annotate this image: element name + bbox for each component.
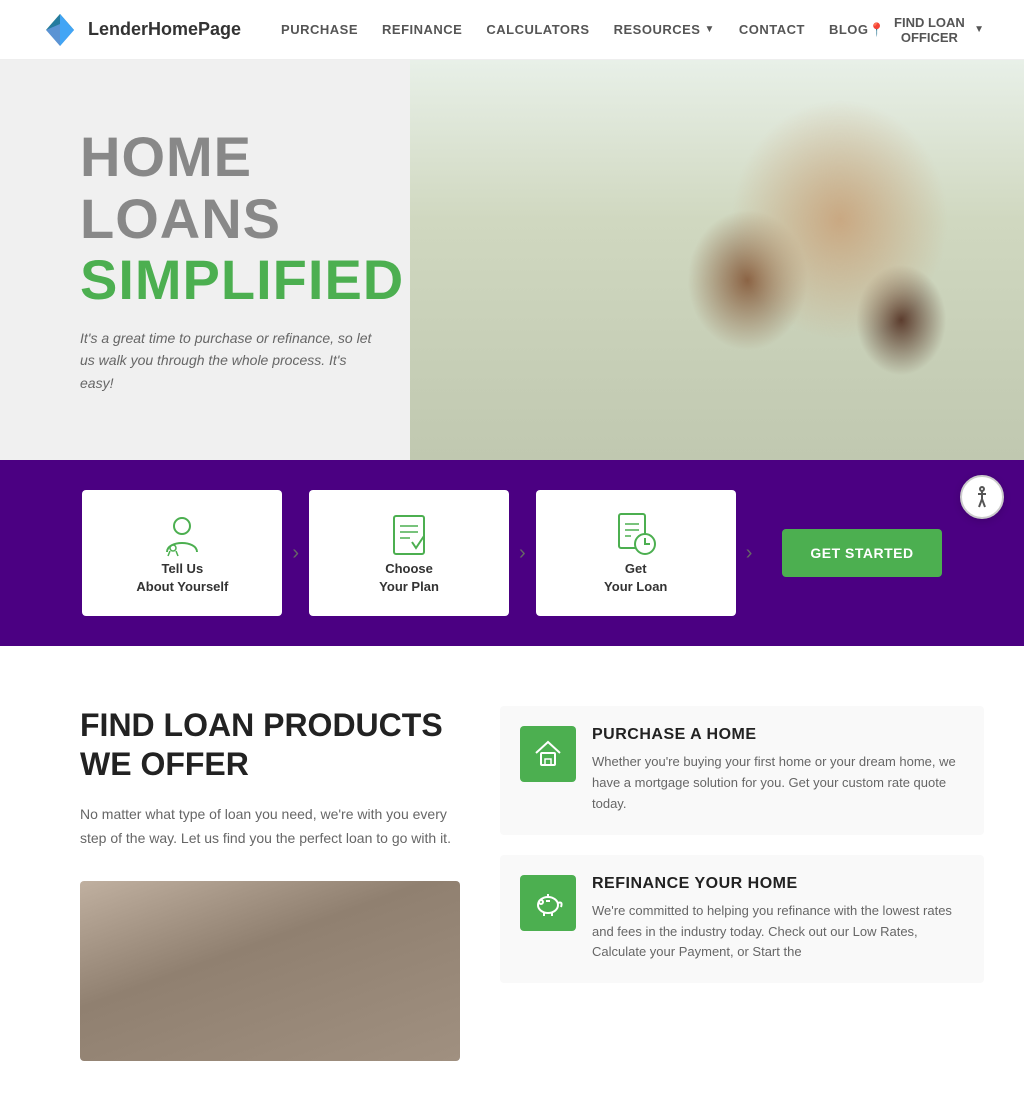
home-icon bbox=[533, 739, 563, 769]
refinance-title: REFINANCE YOUR HOME bbox=[592, 875, 964, 893]
nav-blog[interactable]: BLOG bbox=[829, 22, 869, 37]
loan-left: FIND LOAN PRODUCTSWE OFFER No matter wha… bbox=[80, 706, 460, 1060]
header: LenderHomePage PURCHASE REFINANCE CALCUL… bbox=[0, 0, 1024, 60]
hero-image bbox=[410, 60, 1024, 460]
refinance-description: We're committed to helping you refinance… bbox=[592, 901, 964, 963]
loan-products-description: No matter what type of loan you need, we… bbox=[80, 803, 460, 851]
step-card-2: ChooseYour Plan bbox=[309, 490, 509, 616]
refinance-icon-box bbox=[520, 875, 576, 931]
hero-section: HOME LOANS SIMPLIFIED It's a great time … bbox=[0, 60, 1024, 460]
document-check-icon bbox=[384, 510, 434, 560]
purchase-icon-box bbox=[520, 726, 576, 782]
piggy-bank-icon bbox=[533, 888, 563, 918]
step-card-3: GetYour Loan bbox=[536, 490, 736, 616]
person-icon bbox=[157, 510, 207, 560]
refinance-product-info: REFINANCE YOUR HOME We're committed to h… bbox=[592, 875, 964, 963]
chevron-down-icon: ▼ bbox=[974, 24, 984, 35]
accessibility-icon bbox=[970, 485, 994, 509]
find-loan-officer-button[interactable]: 📍 FIND LOAN OFFICER ▼ bbox=[869, 15, 984, 45]
nav-refinance[interactable]: REFINANCE bbox=[382, 22, 462, 37]
nav-contact[interactable]: CONTACT bbox=[739, 22, 805, 37]
hero-subtitle: It's a great time to purchase or refinan… bbox=[80, 327, 380, 394]
step-1-label: Tell UsAbout Yourself bbox=[136, 560, 228, 596]
location-pin-icon: 📍 bbox=[869, 22, 885, 38]
document-clock-icon bbox=[611, 510, 661, 560]
get-started-button[interactable]: GET STARTED bbox=[782, 529, 941, 577]
steps-banner: Tell UsAbout Yourself › ChooseYour Plan … bbox=[0, 460, 1024, 646]
accessibility-button[interactable] bbox=[960, 475, 1004, 519]
step-arrow-1: › bbox=[292, 542, 299, 565]
nav-calculators[interactable]: CALCULATORS bbox=[486, 22, 589, 37]
logo[interactable]: LenderHomePage bbox=[40, 10, 241, 50]
product-card-purchase: PURCHASE A HOME Whether you're buying yo… bbox=[500, 706, 984, 834]
nav-purchase[interactable]: PURCHASE bbox=[281, 22, 358, 37]
hero-title-accent: SIMPLIFIED bbox=[80, 249, 404, 311]
chevron-down-icon: ▼ bbox=[704, 24, 714, 35]
main-nav: PURCHASE REFINANCE CALCULATORS RESOURCES… bbox=[281, 22, 868, 37]
step-3-label: GetYour Loan bbox=[604, 560, 667, 596]
hero-title-line1: HOME bbox=[80, 126, 404, 188]
product-card-refinance: REFINANCE YOUR HOME We're committed to h… bbox=[500, 855, 984, 983]
purchase-title: PURCHASE A HOME bbox=[592, 726, 964, 744]
hero-content: HOME LOANS SIMPLIFIED It's a great time … bbox=[0, 66, 444, 454]
step-arrow-3: › bbox=[746, 542, 753, 565]
nav-resources[interactable]: RESOURCES ▼ bbox=[614, 22, 715, 37]
purchase-description: Whether you're buying your first home or… bbox=[592, 752, 964, 814]
purchase-product-info: PURCHASE A HOME Whether you're buying yo… bbox=[592, 726, 964, 814]
loan-products-title: FIND LOAN PRODUCTSWE OFFER bbox=[80, 706, 460, 783]
loan-products-section: FIND LOAN PRODUCTSWE OFFER No matter wha… bbox=[0, 646, 1024, 1100]
step-card-1: Tell UsAbout Yourself bbox=[82, 490, 282, 616]
loan-image bbox=[80, 881, 460, 1061]
hero-title-line2: LOANS bbox=[80, 188, 404, 250]
loan-right: PURCHASE A HOME Whether you're buying yo… bbox=[500, 706, 984, 983]
step-arrow-2: › bbox=[519, 542, 526, 565]
step-2-label: ChooseYour Plan bbox=[379, 560, 439, 596]
logo-text: LenderHomePage bbox=[88, 19, 241, 40]
logo-icon bbox=[40, 10, 80, 50]
